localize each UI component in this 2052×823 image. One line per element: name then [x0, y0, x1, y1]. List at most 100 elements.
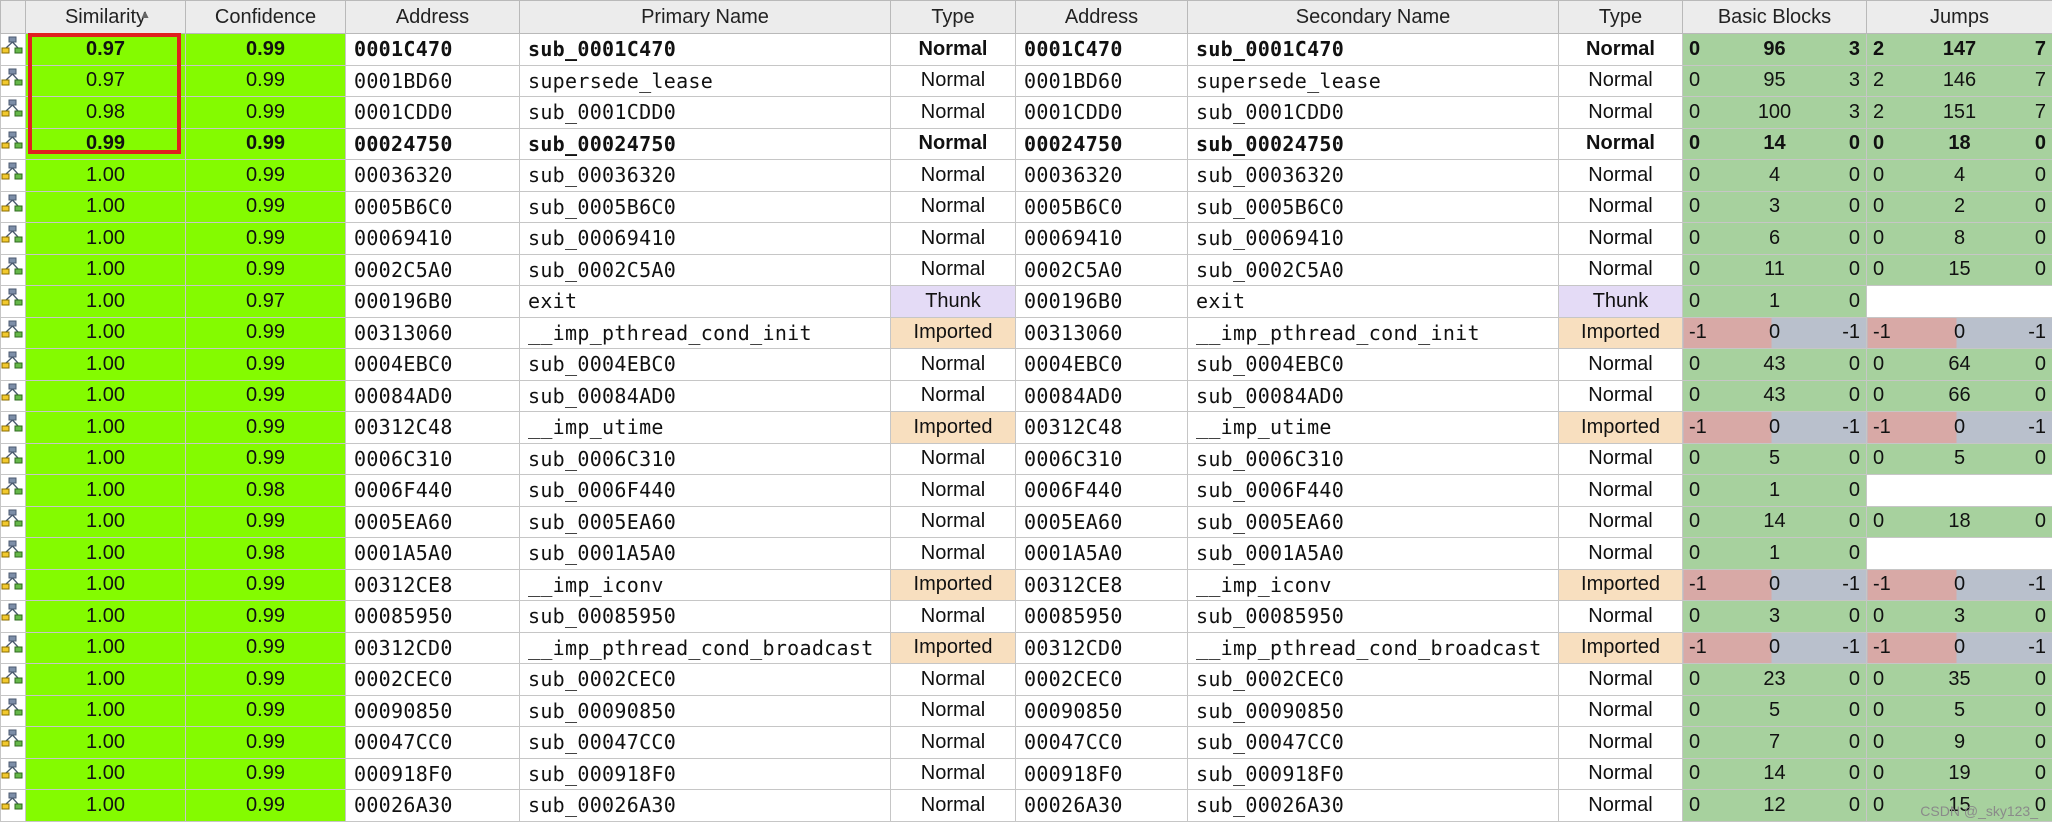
table-row[interactable]: 1.00 0.99 0002C5A0 sub_0002C5A0 Normal 0002C5… — [0, 253, 2052, 286]
table-row[interactable]: 1.00 0.99 00047CC0 sub_00047CC0 Normal 00047C… — [0, 726, 2052, 759]
flow-graph-icon[interactable] — [0, 222, 26, 255]
flow-graph-icon[interactable] — [0, 726, 26, 759]
jumps-secondary-count: -1 — [2028, 321, 2046, 344]
table-row[interactable]: 1.00 0.99 00312CE8 __imp_iconv Imported 00312… — [0, 568, 2052, 601]
secondary-address-cell: 00084AD0 — [1015, 379, 1188, 412]
secondary-name-cell: sub_00085950 — [1187, 600, 1559, 633]
secondary-address-cell: 00312CD0 — [1015, 631, 1188, 664]
table-row[interactable]: 1.00 0.99 000918F0 sub_000918F0 Normal 000918… — [0, 757, 2052, 790]
basic-blocks-matched-count: 3 — [1768, 195, 1781, 218]
secondary-type-cell: Normal — [1558, 694, 1683, 727]
flow-graph-icon[interactable] — [0, 537, 26, 570]
flow-graph-icon[interactable] — [0, 64, 26, 97]
confidence-cell: 0.99 — [185, 505, 346, 538]
jumps-matched-count: 151 — [1942, 100, 1977, 123]
basic-blocks-primary-count: 0 — [1689, 132, 1701, 155]
flow-graph-icon[interactable] — [0, 316, 26, 349]
column-header-icon[interactable] — [0, 0, 26, 34]
column-header-confidence[interactable]: Confidence — [185, 0, 346, 34]
jumps-cell: 0 2 0 — [1866, 190, 2052, 223]
flow-graph-icon[interactable] — [0, 159, 26, 192]
flow-graph-icon[interactable] — [0, 505, 26, 538]
table-row[interactable]: 0.98 0.99 0001CDD0 sub_0001CDD0 Normal 0001CD… — [0, 96, 2052, 129]
table-row[interactable]: 1.00 0.99 0005B6C0 sub_0005B6C0 Normal 0005B6… — [0, 190, 2052, 223]
jumps-matched-count: 18 — [1948, 132, 1971, 155]
flow-graph-icon[interactable] — [0, 33, 26, 66]
table-row[interactable]: 1.00 0.99 00312CD0 __imp_pthread_cond_broad… — [0, 631, 2052, 664]
column-header-jumps[interactable]: Jumps — [1866, 0, 2052, 34]
column-header-basic-blocks[interactable]: Basic Blocks — [1682, 0, 1867, 34]
flow-graph-icon[interactable] — [0, 442, 26, 475]
table-row[interactable]: 0.97 0.99 0001BD60 supersede_lease Normal 000… — [0, 64, 2052, 97]
flow-graph-icon[interactable] — [0, 96, 26, 129]
primary-address-cell: 00312CD0 — [345, 631, 520, 664]
table-row[interactable]: 1.00 0.99 00085950 sub_00085950 Normal 000859… — [0, 600, 2052, 633]
flow-graph-icon[interactable] — [0, 757, 26, 790]
primary-name-cell: sub_0004EBC0 — [519, 348, 891, 381]
table-row[interactable]: 1.00 0.99 0004EBC0 sub_0004EBC0 Normal 0004EB… — [0, 348, 2052, 381]
table-row[interactable]: 0.99 0.99 00024750 sub_00024750 Normal 000247… — [0, 127, 2052, 160]
flow-graph-icon[interactable] — [0, 694, 26, 727]
table-row[interactable]: 1.00 0.97 000196B0 exit Thunk 000196B0 exit Thu… — [0, 285, 2052, 318]
table-row[interactable]: 1.00 0.98 0006F440 sub_0006F440 Normal 0006F4… — [0, 474, 2052, 507]
jumps-matched-count: 9 — [1953, 730, 1966, 753]
similarity-cell: 1.00 — [25, 537, 186, 570]
similarity-cell: 1.00 — [25, 285, 186, 318]
secondary-name-cell: exit — [1187, 285, 1559, 318]
table-row[interactable]: 1.00 0.99 00313060 __imp_pthread_cond_init I… — [0, 316, 2052, 349]
column-header-secondary-address[interactable]: Address — [1015, 0, 1188, 34]
table-row[interactable]: 1.00 0.99 00026A30 sub_00026A30 Normal 00026A… — [0, 789, 2052, 822]
flow-graph-icon[interactable] — [0, 253, 26, 286]
jumps-primary-count: 0 — [1873, 762, 1885, 785]
flow-graph-icon[interactable] — [0, 568, 26, 601]
confidence-cell: 0.99 — [185, 96, 346, 129]
similarity-cell: 1.00 — [25, 757, 186, 790]
flow-graph-icon[interactable] — [0, 789, 26, 822]
table-row[interactable]: 1.00 0.99 00069410 sub_00069410 Normal 000694… — [0, 222, 2052, 255]
flow-graph-icon[interactable] — [0, 379, 26, 412]
table-row[interactable]: 0.97 0.99 0001C470 sub_0001C470 Normal 0001C4… — [0, 33, 2052, 66]
secondary-name-cell: sub_0002C5A0 — [1187, 253, 1559, 286]
column-header-primary-type[interactable]: Type — [890, 0, 1016, 34]
flow-graph-icon[interactable] — [0, 663, 26, 696]
column-header-secondary-type[interactable]: Type — [1558, 0, 1683, 34]
primary-name-cell: sub_0001C470 — [519, 33, 891, 66]
flow-graph-icon[interactable] — [0, 285, 26, 318]
jumps-secondary-count: 0 — [2034, 762, 2046, 785]
table-row[interactable]: 1.00 0.99 00036320 sub_00036320 Normal 000363… — [0, 159, 2052, 192]
flow-graph-icon[interactable] — [0, 474, 26, 507]
similarity-cell: 1.00 — [25, 505, 186, 538]
flow-graph-icon[interactable] — [0, 411, 26, 444]
flow-graph-icon[interactable] — [0, 600, 26, 633]
flow-graph-icon[interactable] — [0, 127, 26, 160]
column-header-primary-address[interactable]: Address — [345, 0, 520, 34]
column-header-primary-name[interactable]: Primary Name — [519, 0, 891, 34]
column-header-secondary-name[interactable]: Secondary Name — [1187, 0, 1559, 34]
jumps-cell: -1 0 -1 — [1866, 316, 2052, 349]
table-row[interactable]: 1.00 0.99 00090850 sub_00090850 Normal 000908… — [0, 694, 2052, 727]
jumps-primary-count: -1 — [1873, 573, 1891, 596]
table-row[interactable]: 1.00 0.99 0002CEC0 sub_0002CEC0 Normal 0002CE… — [0, 663, 2052, 696]
primary-address-cell: 00312C48 — [345, 411, 520, 444]
secondary-address-cell: 00024750 — [1015, 127, 1188, 160]
primary-name-cell: sub_00085950 — [519, 600, 891, 633]
table-row[interactable]: 1.00 0.99 0006C310 sub_0006C310 Normal 0006C3… — [0, 442, 2052, 475]
secondary-address-cell: 0006F440 — [1015, 474, 1188, 507]
jumps-cell: 2 147 7 — [1866, 33, 2052, 66]
confidence-cell: 0.99 — [185, 127, 346, 160]
table-row[interactable]: 1.00 0.98 0001A5A0 sub_0001A5A0 Normal 0001A5… — [0, 537, 2052, 570]
basic-blocks-primary-count: 0 — [1689, 384, 1701, 407]
table-row[interactable]: 1.00 0.99 0005EA60 sub_0005EA60 Normal 0005EA… — [0, 505, 2052, 538]
flow-graph-icon[interactable] — [0, 348, 26, 381]
column-header-similarity[interactable]: Similarity ▲ — [25, 0, 186, 34]
table-row[interactable]: 1.00 0.99 00084AD0 sub_00084AD0 Normal 00084A… — [0, 379, 2052, 412]
flow-graph-icon[interactable] — [0, 190, 26, 223]
confidence-cell: 0.99 — [185, 789, 346, 822]
jumps-matched-count: 8 — [1953, 226, 1966, 249]
basic-blocks-matched-count: 7 — [1768, 730, 1781, 753]
primary-address-cell: 00090850 — [345, 694, 520, 727]
table-row[interactable]: 1.00 0.99 00312C48 __imp_utime Imported 00312… — [0, 411, 2052, 444]
flow-graph-icon[interactable] — [0, 631, 26, 664]
primary-name-cell: sub_0001CDD0 — [519, 96, 891, 129]
primary-address-cell: 0001A5A0 — [345, 537, 520, 570]
